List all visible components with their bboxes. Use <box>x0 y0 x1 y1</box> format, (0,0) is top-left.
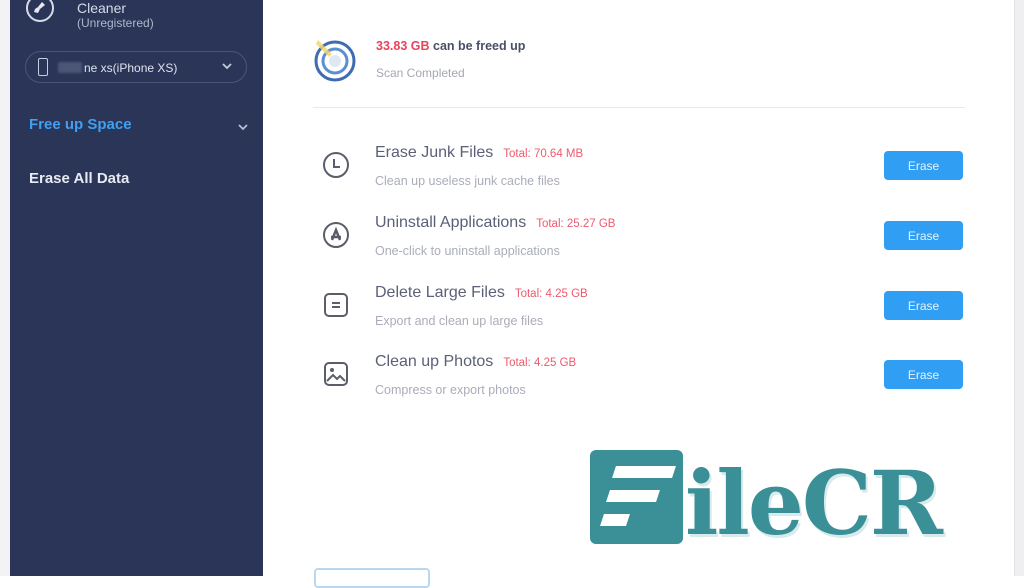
clock-icon <box>323 152 349 178</box>
app-store-icon <box>323 222 349 248</box>
item-description: Clean up useless junk cache files <box>375 174 560 188</box>
window-edge <box>1014 0 1024 576</box>
uninstall-applications-button[interactable]: Erase <box>884 221 963 250</box>
item-title: Delete Large Files Total: 4.25 GB <box>375 284 588 301</box>
clean-up-photos-button[interactable]: Erase <box>884 360 963 389</box>
sidebar-item-free-up-space[interactable]: Free up Space <box>29 116 132 133</box>
file-icon <box>324 293 348 317</box>
item-title: Clean up Photos Total: 4.25 GB <box>375 353 577 370</box>
sidebar <box>10 0 263 576</box>
chevron-down-icon <box>222 63 232 70</box>
bottom-action-button[interactable] <box>314 568 430 588</box>
watermark-logo: ileCR <box>590 450 943 555</box>
item-total: Total: 70.64 MB <box>503 148 584 160</box>
registration-status: (Unregistered) <box>77 16 154 30</box>
item-title: Uninstall Applications Total: 25.27 GB <box>375 214 616 231</box>
item-total: Total: 4.25 GB <box>503 357 577 369</box>
device-selector[interactable]: ne xs(iPhone XS) <box>25 51 247 83</box>
freeable-label: can be freed up <box>429 39 526 53</box>
erase-junk-files-button[interactable]: Erase <box>884 151 963 180</box>
target-scan-icon <box>314 40 356 82</box>
watermark-text: ileCR <box>685 451 943 555</box>
app-name: Cleaner <box>77 0 127 16</box>
item-description: Compress or export photos <box>375 383 526 397</box>
phone-icon <box>38 58 48 76</box>
divider <box>313 107 965 108</box>
item-total: Total: 4.25 GB <box>514 288 588 300</box>
photo-icon <box>324 362 348 386</box>
item-title: Erase Junk Files Total: 70.64 MB <box>375 144 584 161</box>
chevron-down-icon[interactable] <box>236 120 250 134</box>
item-total: Total: 25.27 GB <box>536 218 616 230</box>
list-item-erase-junk-files: Erase Junk Files Total: 70.64 MB Clean up… <box>313 144 965 204</box>
sidebar-item-erase-all-data[interactable]: Erase All Data <box>29 170 129 187</box>
freeable-space-summary: 33.83 GB can be freed up <box>376 39 525 53</box>
redacted-device-prefix <box>58 62 82 73</box>
device-name: ne xs(iPhone XS) <box>84 61 178 75</box>
item-description: One-click to uninstall applications <box>375 244 560 258</box>
list-item-uninstall-applications: Uninstall Applications Total: 25.27 GB On… <box>313 214 965 274</box>
freeable-amount: 33.83 GB <box>376 39 430 53</box>
app-window: Cleaner (Unregistered) ne xs(iPhone XS) … <box>0 0 1024 588</box>
list-item-delete-large-files: Delete Large Files Total: 4.25 GB Export … <box>313 284 965 344</box>
watermark-f-icon <box>590 450 683 544</box>
list-item-clean-up-photos: Clean up Photos Total: 4.25 GB Compress o… <box>313 353 965 413</box>
delete-large-files-button[interactable]: Erase <box>884 291 963 320</box>
item-description: Export and clean up large files <box>375 314 544 328</box>
scan-status: Scan Completed <box>376 66 465 80</box>
